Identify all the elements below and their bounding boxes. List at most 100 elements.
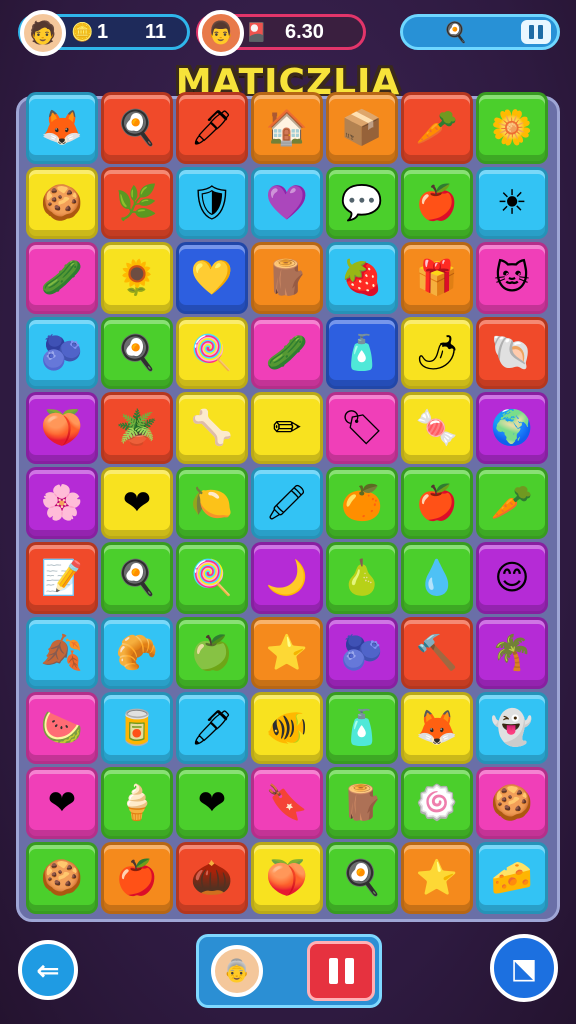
tile-pencil[interactable]: ✏ (251, 392, 323, 464)
tile-globe[interactable]: 🌍 (476, 392, 548, 464)
tile-leaves[interactable]: 🍂 (26, 617, 98, 689)
tile-apple[interactable]: 🍎 (101, 842, 173, 914)
tile-pen[interactable]: 🖊 (176, 92, 248, 164)
tile-lotion[interactable]: 🧴 (326, 692, 398, 764)
tile-fish[interactable]: 🐠 (251, 692, 323, 764)
star-icon: ⭐ (415, 858, 459, 898)
tile-shield[interactable]: 🛡 (176, 167, 248, 239)
tile-cat[interactable]: 🐱 (476, 242, 548, 314)
tile-heart[interactable]: ❤ (101, 467, 173, 539)
tile-tag[interactable]: 🏷 (326, 392, 398, 464)
pepper-icon: 🌶 (415, 333, 459, 373)
tile-crayon[interactable]: 🖍 (251, 467, 323, 539)
tile-heart[interactable]: ❤ (26, 767, 98, 839)
heart-icon: ❤ (197, 783, 227, 823)
green-apple-icon: 🍏 (190, 633, 234, 673)
tile-house[interactable]: 🏠 (251, 92, 323, 164)
tile-lollipop[interactable]: 🍭 (176, 542, 248, 614)
back-button[interactable]: ⇐ (18, 940, 78, 1000)
tile-pan[interactable]: 🍳 (326, 842, 398, 914)
tile-watermelon[interactable]: 🍉 (26, 692, 98, 764)
tile-marker[interactable]: 🖊 (176, 692, 248, 764)
tile-shell[interactable]: 🐚 (476, 317, 548, 389)
tile-nut[interactable]: 🌰 (176, 842, 248, 914)
pause-button[interactable] (307, 941, 375, 1001)
tile-sun[interactable]: ☀ (476, 167, 548, 239)
tile-swirl[interactable]: 🍥 (401, 767, 473, 839)
swirl-icon: 🍥 (415, 783, 459, 823)
tile-orange[interactable]: 🍊 (326, 467, 398, 539)
tile-drop[interactable]: 💧 (401, 542, 473, 614)
tile-hammer[interactable]: 🔨 (401, 617, 473, 689)
tile-palm[interactable]: 🌴 (476, 617, 548, 689)
tile-bottle[interactable]: 🧴 (326, 317, 398, 389)
tile-ghost[interactable]: 👻 (476, 692, 548, 764)
tile-carrot[interactable]: 🥕 (401, 92, 473, 164)
tile-apple[interactable]: 🍎 (401, 467, 473, 539)
tile-berry[interactable]: 🫐 (326, 617, 398, 689)
tile-croissant[interactable]: 🥐 (101, 617, 173, 689)
tile-star[interactable]: ⭐ (401, 842, 473, 914)
tile-label[interactable]: 🔖 (251, 767, 323, 839)
tile-pan[interactable]: 🍳 (101, 317, 173, 389)
tile-plant[interactable]: 🪴 (101, 392, 173, 464)
tile-heart[interactable]: ❤ (176, 767, 248, 839)
tile-candy[interactable]: 🍬 (401, 392, 473, 464)
tile-flower[interactable]: 🌼 (476, 92, 548, 164)
sunflower-icon: 🌻 (115, 258, 159, 298)
tile-berry[interactable]: 🫐 (26, 317, 98, 389)
tile-pear[interactable]: 🍐 (326, 542, 398, 614)
opponent-avatar[interactable]: 👨 (198, 10, 244, 56)
tile-bone[interactable]: 🦴 (176, 392, 248, 464)
tile-fox[interactable]: 🦊 (401, 692, 473, 764)
tag-icon: 🏷 (340, 408, 384, 448)
pause-button-small[interactable] (521, 20, 551, 44)
tile-blossom[interactable]: 🌸 (26, 467, 98, 539)
lemon-icon: 🍋 (190, 483, 234, 523)
tile-pan[interactable]: 🍳 (101, 92, 173, 164)
tile-peach[interactable]: 🍑 (26, 392, 98, 464)
tile-wood[interactable]: 🪵 (326, 767, 398, 839)
tile-pepper[interactable]: 🌶 (401, 317, 473, 389)
tile-gift[interactable]: 🎁 (401, 242, 473, 314)
top-bar: 🪙 1 11 🧑 🎴 6.30 👨 🍳 (0, 10, 576, 66)
tile-sunflower[interactable]: 🌻 (101, 242, 173, 314)
tile-moon[interactable]: 🌙 (251, 542, 323, 614)
share-button[interactable]: ⬔ (490, 934, 558, 1002)
apple-icon: 🍎 (115, 858, 159, 898)
tile-log[interactable]: 🪵 (251, 242, 323, 314)
tile-cookie[interactable]: 🍪 (26, 842, 98, 914)
tile-leaf[interactable]: 🌿 (101, 167, 173, 239)
tile-green-apple[interactable]: 🍏 (176, 617, 248, 689)
tile-bubble[interactable]: 💬 (326, 167, 398, 239)
center-avatar[interactable]: 👵 (211, 945, 263, 997)
player-avatar[interactable]: 🧑 (20, 10, 66, 56)
tile-cucumber[interactable]: 🥒 (251, 317, 323, 389)
tile-lollipop[interactable]: 🍭 (176, 317, 248, 389)
drop-icon: 💧 (415, 558, 459, 598)
globe-icon: 🌍 (490, 408, 534, 448)
player-bonus: 1 (97, 20, 109, 43)
tile-apple[interactable]: 🍎 (401, 167, 473, 239)
tile-note[interactable]: 📝 (26, 542, 98, 614)
bottle-icon: 🧴 (340, 333, 384, 373)
tile-peach[interactable]: 🍑 (251, 842, 323, 914)
tile-carrot[interactable]: 🥕 (476, 467, 548, 539)
tile-pickle[interactable]: 🥒 (26, 242, 98, 314)
tile-icecream[interactable]: 🍦 (101, 767, 173, 839)
tile-heart[interactable]: 💛 (176, 242, 248, 314)
tile-strawberry[interactable]: 🍓 (326, 242, 398, 314)
tile-cookie[interactable]: 🍪 (26, 167, 98, 239)
tile-box[interactable]: 📦 (326, 92, 398, 164)
tile-cheese[interactable]: 🧀 (476, 842, 548, 914)
tile-fox[interactable]: 🦊 (26, 92, 98, 164)
tile-can[interactable]: 🥫 (101, 692, 173, 764)
tile-star[interactable]: ⭐ (251, 617, 323, 689)
pause-icon (529, 25, 534, 39)
pan-icon: 🍳 (340, 858, 384, 898)
tile-smile[interactable]: 😊 (476, 542, 548, 614)
tile-lemon[interactable]: 🍋 (176, 467, 248, 539)
tile-roller[interactable]: 💜 (251, 167, 323, 239)
tile-cookie[interactable]: 🍪 (476, 767, 548, 839)
tile-pan[interactable]: 🍳 (101, 542, 173, 614)
